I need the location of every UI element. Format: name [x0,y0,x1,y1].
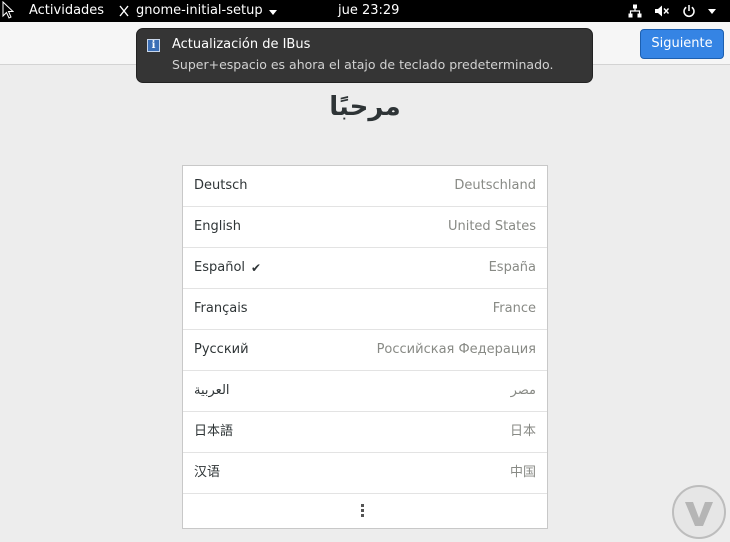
checkmark-icon: ✔ [251,261,262,275]
notification-body: Super+espacio es ahora el atajo de tecla… [172,57,554,72]
top-bar: Actividades gnome-initial-setup jue 23:2… [0,0,730,22]
notification-title: Actualización de IBus [172,37,311,52]
language-name: Español [194,260,246,275]
language-name: Français [194,301,248,316]
activities-button[interactable]: Actividades [29,0,104,22]
mouse-cursor-icon [2,1,14,19]
language-row[interactable]: 日本語 日本 [183,412,547,453]
language-name: العربية [194,383,230,398]
language-row[interactable]: Español ✔ España [183,248,547,289]
language-row[interactable]: Deutsch Deutschland [183,166,547,207]
app-name: gnome-initial-setup [136,3,263,18]
system-status-area[interactable] [628,0,716,22]
language-name: English [194,219,241,234]
language-name: 日本語 [194,424,234,439]
watermark-logo-icon [672,485,726,539]
chevron-down-icon [268,9,277,15]
language-region: Deutschland [454,178,536,193]
language-name: Deutsch [194,178,248,193]
welcome-heading: مرحبًا [329,92,401,122]
language-name: 汉语 [194,465,221,480]
power-icon [683,5,695,18]
language-region: مصر [510,383,536,398]
more-languages-button[interactable] [183,494,547,530]
app-menu[interactable]: gnome-initial-setup [118,0,277,22]
more-options-icon [361,504,365,517]
language-name: Русский [194,342,249,357]
notification-banner[interactable]: i Actualización de IBus Super+espacio es… [136,28,593,83]
next-button[interactable]: Siguiente [640,29,724,59]
language-row[interactable]: English United States [183,207,547,248]
language-region: United States [447,219,536,234]
language-region: 日本 [509,424,536,439]
language-row[interactable]: Français France [183,289,547,330]
language-row[interactable]: Русский Российская Федерация [183,330,547,371]
info-icon: i [147,39,160,52]
language-region: France [492,301,536,316]
clock[interactable]: jue 23:29 [338,0,399,22]
language-region: Российская Федерация [376,342,536,357]
chevron-down-icon [708,8,716,14]
language-region: España [488,260,536,275]
language-row[interactable]: 汉语 中国 [183,453,547,494]
app-icon [119,5,129,17]
language-list: Deutsch Deutschland English United State… [182,165,548,529]
language-row[interactable]: العربية مصر [183,371,547,412]
language-region: 中国 [509,465,536,480]
volume-muted-icon [655,5,670,17]
network-wired-icon [628,4,642,18]
